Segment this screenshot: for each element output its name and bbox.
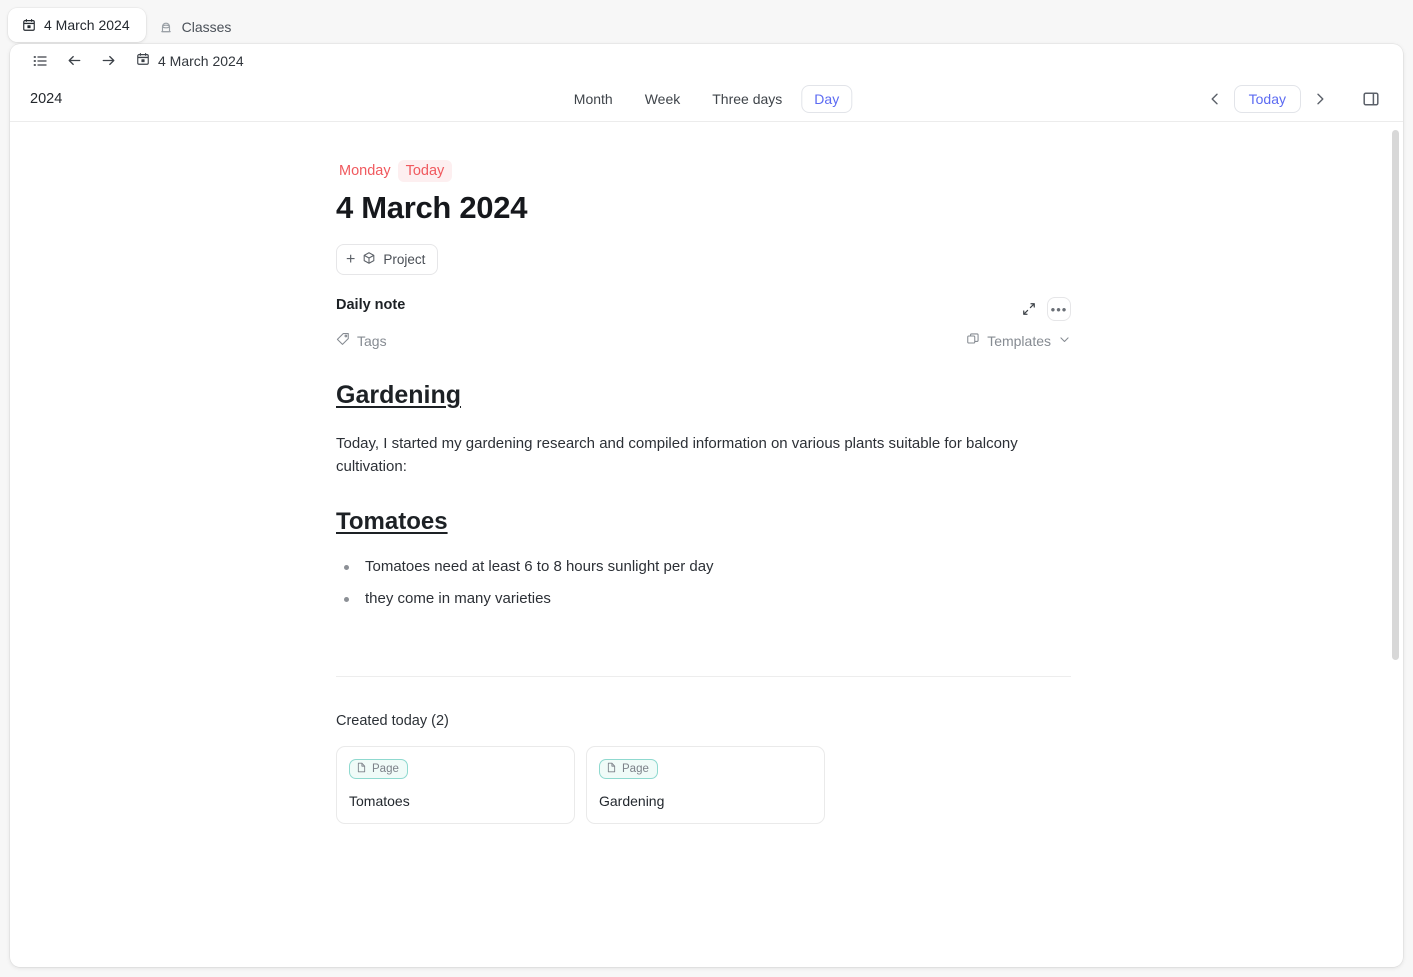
page-icon xyxy=(356,762,367,776)
list-item: Tomatoes need at least 6 to 8 hours sunl… xyxy=(336,556,1071,578)
heading-link-tomatoes[interactable]: Tomatoes xyxy=(336,508,448,536)
breadcrumb[interactable]: 4 March 2024 xyxy=(136,52,244,69)
arrow-right-icon[interactable] xyxy=(98,51,118,71)
ellipsis-icon[interactable]: ••• xyxy=(1047,297,1071,321)
view-mode-tabs: Month Week Three days Day xyxy=(561,85,853,113)
tab-classes[interactable]: Classes xyxy=(146,10,248,44)
note-bullet-list: Tomatoes need at least 6 to 8 hours sunl… xyxy=(336,556,1071,610)
weekday-label: Monday xyxy=(339,163,391,179)
daily-note-title: Daily note xyxy=(336,297,406,313)
year-label: 2024 xyxy=(30,91,63,107)
plus-icon: + xyxy=(346,250,356,268)
navigation-bar: 4 March 2024 xyxy=(10,44,1403,77)
tags-button[interactable]: Tags xyxy=(336,332,387,349)
tab-label: 4 March 2024 xyxy=(44,17,130,33)
calendar-icon xyxy=(21,18,36,33)
expand-arrows-icon[interactable] xyxy=(1019,299,1039,319)
breadcrumb-label: 4 March 2024 xyxy=(158,52,244,69)
chevron-left-icon[interactable] xyxy=(1202,86,1228,112)
today-button[interactable]: Today xyxy=(1233,85,1301,113)
tags-label: Tags xyxy=(357,332,387,349)
templates-label: Templates xyxy=(987,332,1051,349)
list-item[interactable]: Page Tomatoes xyxy=(336,746,575,824)
today-badge[interactable]: Today xyxy=(397,160,453,182)
add-project-label: Project xyxy=(383,252,426,267)
cube-icon xyxy=(362,251,376,268)
day-meta: Monday Today xyxy=(336,160,1071,182)
templates-button[interactable]: Templates xyxy=(966,332,1071,349)
chevron-down-icon xyxy=(1058,333,1071,349)
right-sidebar-toggle-icon[interactable] xyxy=(1357,85,1385,113)
toolbar-right-controls: Today xyxy=(1202,85,1385,113)
daily-note-actions: ••• xyxy=(1019,297,1071,321)
section-divider xyxy=(336,676,1071,677)
daily-note-header: Daily note ••• xyxy=(336,297,1071,321)
day-note-content: Monday Today 4 March 2024 + Project Dail… xyxy=(336,122,1071,824)
view-tab-three-days[interactable]: Three days xyxy=(699,85,795,113)
chevron-right-icon[interactable] xyxy=(1307,86,1333,112)
calendar-icon xyxy=(136,52,150,69)
badge-label: Page xyxy=(622,763,649,775)
vertical-scrollbar[interactable] xyxy=(1392,130,1399,660)
calendar-toolbar: 2024 Month Week Three days Day Today xyxy=(10,77,1403,122)
note-scroll-area: Monday Today 4 March 2024 + Project Dail… xyxy=(10,122,1403,967)
status-badge: Page xyxy=(349,759,408,779)
badge-label: Page xyxy=(372,763,399,775)
page-title: 4 March 2024 xyxy=(336,190,528,225)
tab-label: Classes xyxy=(181,19,232,35)
templates-icon xyxy=(966,332,980,349)
created-today-title: Created today (2) xyxy=(336,713,449,729)
tab-strip: 4 March 2024 Classes xyxy=(0,0,1413,44)
list-item: they come in many varieties xyxy=(336,588,1071,610)
card-title: Tomatoes xyxy=(349,793,410,809)
note-paragraph: Today, I started my gardening research a… xyxy=(336,435,1018,475)
view-tab-month[interactable]: Month xyxy=(561,85,626,113)
created-today-cards: Page Tomatoes Page Gardening xyxy=(336,746,1071,824)
card-title: Gardening xyxy=(599,793,665,809)
app-window: 4 March 2024 2024 Month Week Three days … xyxy=(10,44,1403,967)
status-badge: Page xyxy=(599,759,658,779)
tag-icon xyxy=(336,332,350,349)
list-icon[interactable] xyxy=(30,51,50,71)
daily-note-subheader: Tags Templates xyxy=(336,332,1071,349)
arrow-left-icon[interactable] xyxy=(64,51,84,71)
heading-link-gardening[interactable]: Gardening xyxy=(336,381,461,410)
page-icon xyxy=(606,762,617,776)
tab-4-march-2024[interactable]: 4 March 2024 xyxy=(8,8,146,42)
view-tab-week[interactable]: Week xyxy=(632,85,694,113)
database-lock-icon xyxy=(159,20,174,35)
add-project-button[interactable]: + Project xyxy=(336,244,439,275)
view-tab-day[interactable]: Day xyxy=(801,85,853,113)
list-item[interactable]: Page Gardening xyxy=(586,746,825,824)
